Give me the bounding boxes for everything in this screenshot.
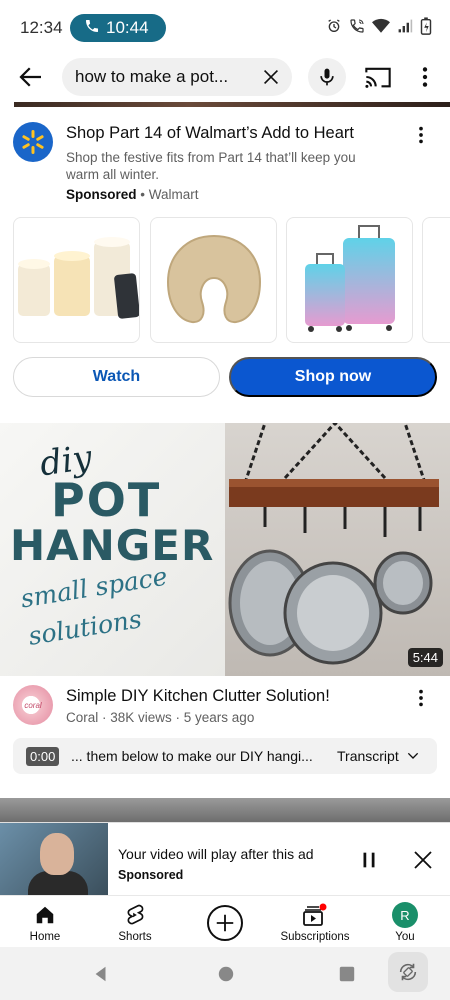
nav-home[interactable]: Home — [0, 902, 90, 943]
call-timer: 10:44 — [106, 18, 149, 37]
nav-you[interactable]: R You — [360, 902, 450, 943]
home-icon — [0, 902, 90, 928]
clear-icon[interactable] — [260, 66, 282, 88]
pot-rack-photo — [225, 423, 450, 676]
shorts-icon — [90, 902, 180, 928]
ad-more-icon[interactable] — [414, 124, 428, 151]
transcript-snippet[interactable]: 0:00 ... them below to make our DIY hang… — [13, 738, 437, 774]
nav-subscriptions-label: Subscriptions — [280, 931, 350, 943]
search-query: how to make a pot... — [75, 67, 229, 86]
more-vert-icon[interactable] — [418, 64, 432, 95]
chevron-down-icon[interactable] — [405, 748, 421, 769]
search-header: how to make a pot... — [0, 56, 450, 98]
you-avatar: R — [392, 902, 418, 928]
walmart-logo[interactable] — [13, 122, 53, 162]
transcript-timestamp[interactable]: 0:00 — [26, 747, 60, 766]
advertiser-name: Walmart — [148, 187, 199, 202]
battery-icon — [420, 17, 432, 35]
thumb-text-hanger: HANGER — [10, 521, 215, 570]
ad-description: Shop the festive fits from Part 14 that’… — [66, 150, 356, 182]
mini-player-thumbnail[interactable] — [0, 823, 108, 895]
channel-avatar-text: coral — [24, 700, 42, 710]
alarm-icon — [328, 19, 340, 32]
nav-shorts[interactable]: Shorts — [90, 902, 180, 943]
meta-separator: • — [140, 187, 146, 202]
led-candles-image[interactable] — [13, 217, 140, 343]
thumb-text-pot: POT — [51, 473, 162, 527]
back-arrow-icon[interactable] — [16, 62, 46, 92]
ongoing-call-pill[interactable]: 10:44 — [70, 14, 166, 42]
mic-icon[interactable] — [308, 58, 346, 96]
status-bar: 12:34 10:44 — [0, 0, 450, 56]
mini-player[interactable]: Your video will play after this ad Spons… — [0, 822, 450, 895]
system-recents-icon[interactable] — [338, 965, 356, 988]
video-more-icon[interactable] — [414, 687, 428, 714]
transcript-text: ... them below to make our DIY hangi... — [71, 748, 313, 764]
mini-player-sponsored: Sponsored — [118, 868, 184, 882]
channel-avatar[interactable]: coral — [13, 685, 53, 725]
ad-meta: Sponsored • Walmart — [66, 187, 199, 202]
video-meta: Coral · 38K views · 5 years ago — [66, 710, 255, 725]
cast-icon[interactable] — [364, 64, 392, 95]
thumbnail-text-panel: diy POT HANGER small space solutions — [0, 423, 225, 676]
mini-player-title: Your video will play after this ad — [118, 846, 314, 862]
next-product-image[interactable] — [422, 217, 450, 343]
status-time: 12:34 — [20, 18, 63, 37]
bottom-navigation: Home Shorts Subscriptions R You — [0, 895, 450, 947]
sponsored-ad-card: Shop Part 14 of Walmart’s Add to Heart S… — [0, 107, 450, 415]
video-thumbnail[interactable]: diy POT HANGER small space solutions 5:4… — [0, 423, 450, 676]
video-duration: 5:44 — [407, 648, 443, 667]
signal-icon — [398, 19, 413, 33]
neck-pillow-image[interactable] — [150, 217, 277, 343]
pause-icon[interactable] — [358, 849, 380, 876]
wifi-icon — [372, 18, 390, 33]
video-info: coral Simple DIY Kitchen Clutter Solutio… — [0, 676, 450, 736]
close-icon[interactable] — [411, 848, 435, 877]
wifi-call-icon — [350, 19, 364, 33]
thumb-text-solutions: solutions — [26, 604, 144, 651]
phone-icon — [84, 18, 100, 39]
system-icons — [326, 17, 432, 35]
nav-home-label: Home — [29, 931, 61, 943]
ad-product-carousel[interactable] — [13, 217, 450, 345]
search-input[interactable]: how to make a pot... — [62, 58, 292, 96]
system-back-icon[interactable] — [92, 965, 110, 988]
shop-now-button[interactable]: Shop now — [229, 357, 437, 397]
luggage-set-image[interactable] — [286, 217, 413, 343]
system-home-icon[interactable] — [217, 965, 235, 988]
watch-button[interactable]: Watch — [13, 357, 220, 397]
transcript-label[interactable]: Transcript — [337, 748, 399, 764]
ad-title[interactable]: Shop Part 14 of Walmart’s Add to Heart — [66, 124, 396, 143]
nav-subscriptions[interactable]: Subscriptions — [270, 902, 360, 943]
nav-shorts-label: Shorts — [118, 931, 152, 943]
create-plus-icon[interactable] — [207, 905, 243, 941]
next-result-edge — [0, 798, 450, 822]
sponsored-label: Sponsored — [66, 187, 137, 202]
android-navigation-bar — [0, 947, 450, 1000]
nav-you-label: You — [395, 931, 415, 943]
subscriptions-icon — [270, 902, 360, 928]
video-title[interactable]: Simple DIY Kitchen Clutter Solution! — [66, 687, 330, 706]
rotate-screen-icon[interactable] — [388, 952, 428, 992]
